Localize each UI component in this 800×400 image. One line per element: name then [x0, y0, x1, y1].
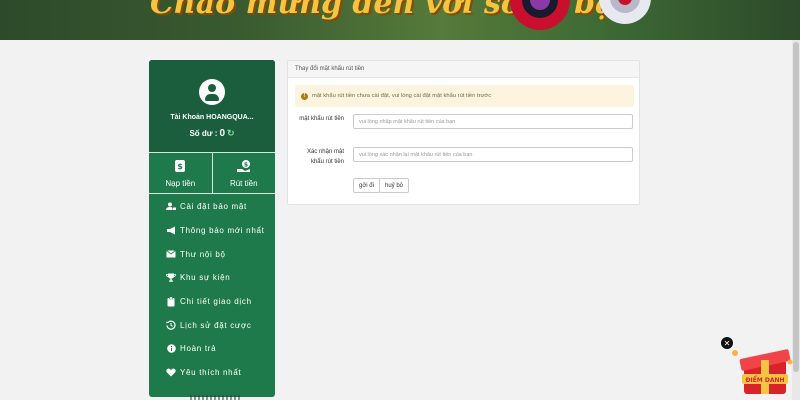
trophy-icon	[166, 273, 176, 283]
megaphone-icon	[166, 226, 176, 236]
daily-checkin-widget[interactable]: ĐIỂM DANH	[730, 340, 800, 400]
top-banner: Chào mừng đến với sòng bạc	[0, 0, 800, 40]
history-icon	[166, 320, 176, 331]
cancel-button[interactable]: huỷ bỏ	[379, 178, 410, 193]
clipboard-icon	[166, 296, 176, 307]
deposit-icon: $	[172, 158, 188, 174]
info-circle-icon	[166, 344, 176, 354]
gift-label: ĐIỂM DANH	[745, 376, 784, 384]
alert-text: mật khẩu rút tiền chưa cài đặt, vui lòng…	[312, 93, 492, 99]
sidebar-menu: Cài đặt bảo mật Thông báo mới nhất Thư n…	[149, 194, 275, 385]
withdraw-button[interactable]: $ Rút tiền	[211, 153, 276, 193]
account-name: Tài Khoản HOANGQUA...	[170, 114, 254, 121]
withdraw-icon: $	[236, 158, 252, 174]
balance-label: Số dư :	[189, 129, 218, 138]
sidebar-item-rebate[interactable]: Hoàn trả	[149, 337, 275, 361]
sidebar-item-label: Thư nội bộ	[180, 249, 226, 259]
casino-chip-icon	[510, 0, 651, 30]
envelope-icon	[166, 249, 176, 259]
withdraw-password-label: mật khẩu rút tiền	[299, 116, 344, 122]
sidebar-item-label: Khu sự kiện	[180, 273, 231, 283]
svg-text:$: $	[244, 162, 248, 169]
sidebar-item-security[interactable]: Cài đặt bảo mật	[149, 195, 275, 219]
avatar-icon	[199, 79, 225, 105]
sidebar-item-label: Lịch sử đặt cược	[180, 320, 252, 330]
scrollbar-thumb[interactable]	[793, 42, 799, 372]
account-balance: Số dư : 0 ↻	[189, 128, 234, 139]
account-summary: Tài Khoản HOANGQUA... Số dư : 0 ↻	[149, 60, 275, 152]
money-actions: $ Nạp tiền $ Rút tiền	[149, 152, 275, 194]
balance-value: 0	[219, 128, 226, 139]
svg-text:$: $	[177, 162, 183, 171]
confirm-password-label: Xác nhận mật khẩu rút tiền	[306, 149, 344, 165]
sidebar-item-label: Yêu thích nhất	[180, 368, 242, 378]
panel-title: Thay đổi mật khẩu rút tiền	[288, 61, 639, 78]
gift-box-icon: ĐIỂM DANH	[732, 349, 793, 394]
account-sidebar: Tài Khoản HOANGQUA... Số dư : 0 ↻ $ Nạp …	[149, 60, 275, 397]
deposit-button[interactable]: $ Nạp tiền	[149, 153, 212, 193]
refresh-icon[interactable]: ↻	[227, 128, 235, 139]
sidebar-item-events[interactable]: Khu sự kiện	[149, 266, 275, 290]
sidebar-item-label: Thông báo mới nhất	[180, 226, 265, 236]
warning-alert: ! mật khẩu rút tiền chưa cài đặt, vui lò…	[295, 85, 634, 107]
withdraw-label: Rút tiền	[229, 179, 258, 188]
sidebar-item-inbox[interactable]: Thư nội bộ	[149, 242, 275, 266]
heart-icon	[166, 368, 176, 378]
warning-icon: !	[301, 92, 308, 100]
footer-divider	[190, 395, 242, 400]
sidebar-item-transactions[interactable]: Chi tiết giao dịch	[149, 290, 275, 314]
sidebar-item-label: Cài đặt bảo mật	[180, 202, 247, 212]
sidebar-item-favorites[interactable]: Yêu thích nhất	[149, 361, 275, 385]
withdraw-password-input[interactable]	[353, 114, 633, 129]
user-lock-icon	[166, 202, 176, 212]
sidebar-item-label: Chi tiết giao dịch	[180, 297, 252, 307]
confirm-password-input[interactable]	[353, 147, 633, 162]
deposit-label: Nạp tiền	[165, 179, 196, 188]
submit-button[interactable]: gởi đi	[353, 178, 380, 193]
sidebar-item-bet-history[interactable]: Lịch sử đặt cược	[149, 313, 275, 337]
sidebar-item-notifications[interactable]: Thông báo mới nhất	[149, 219, 275, 243]
change-withdraw-password-panel: Thay đổi mật khẩu rút tiền ! mật khẩu rú…	[287, 60, 640, 205]
sidebar-item-label: Hoàn trả	[180, 344, 217, 354]
